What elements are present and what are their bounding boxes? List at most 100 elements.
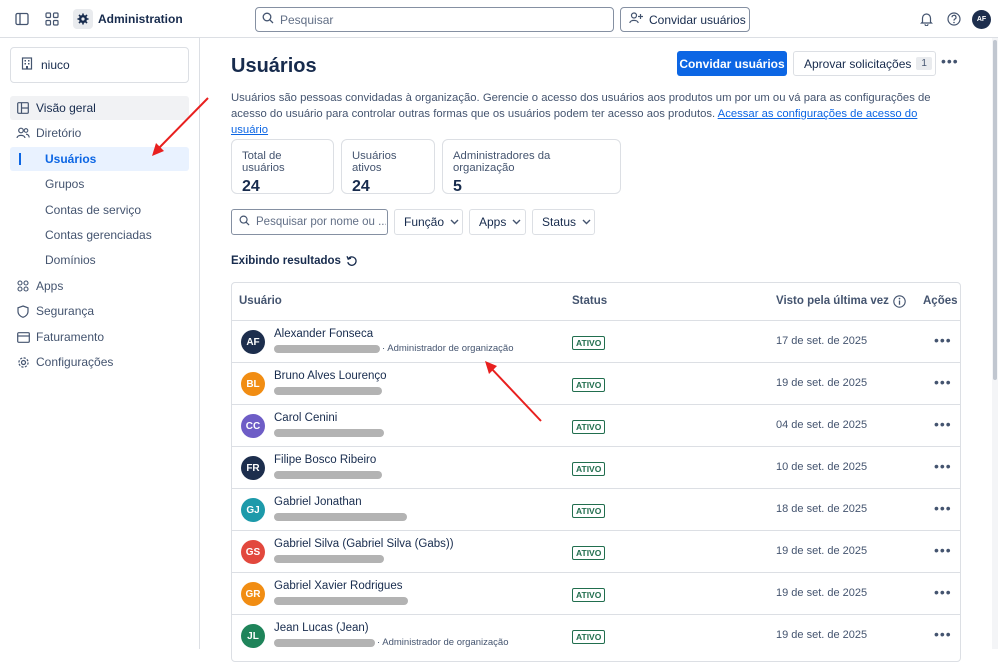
user-name[interactable]: Gabriel Jonathan [274, 496, 362, 508]
invite-users-button[interactable]: Convidar usuários [677, 51, 787, 76]
notifications-bell-icon[interactable] [916, 9, 936, 29]
table-row[interactable]: FR Filipe Bosco Ribeiro ATIVO 10 de set.… [232, 447, 960, 489]
row-actions-icon[interactable]: ••• [934, 500, 952, 516]
redacted-email [274, 513, 407, 521]
table-row[interactable]: GR Gabriel Xavier Rodrigues ATIVO 19 de … [232, 573, 960, 615]
app-switcher-icon[interactable] [42, 9, 62, 29]
user-search-input[interactable] [256, 216, 386, 228]
add-user-icon [629, 12, 643, 27]
search-input[interactable] [280, 12, 580, 27]
search-icon [239, 215, 250, 229]
row-actions-icon[interactable]: ••• [934, 626, 952, 642]
sidebar-item-service-accounts[interactable]: Contas de serviço [10, 198, 189, 222]
user-name[interactable]: Alexander Fonseca [274, 328, 373, 340]
stat-total-users: Total de usuários 24 [231, 139, 334, 195]
table-row[interactable]: CC Carol Cenini ATIVO 04 de set. de 2025… [232, 405, 960, 447]
sidebar-toggle-icon[interactable] [12, 9, 32, 29]
user-name[interactable]: Filipe Bosco Ribeiro [274, 454, 376, 466]
sidebar-item-settings[interactable]: Configurações [10, 350, 189, 374]
row-actions-icon[interactable]: ••• [934, 416, 952, 432]
people-icon [16, 126, 30, 140]
role-filter-dropdown[interactable]: Função [394, 209, 463, 235]
status-badge: ATIVO [572, 420, 606, 434]
sidebar-item-label: Faturamento [36, 330, 105, 344]
avatar: BL [241, 372, 265, 396]
table-row[interactable]: AF Alexander Fonseca · Administrador de … [232, 321, 960, 363]
avatar: GR [241, 582, 265, 606]
page-scrollbar[interactable] [992, 38, 998, 649]
row-actions-icon[interactable]: ••• [934, 458, 952, 474]
stat-org-admins: Administradores da organização 5 [442, 139, 621, 195]
row-actions-icon[interactable]: ••• [934, 584, 952, 600]
sidebar-item-billing[interactable]: Faturamento [10, 325, 189, 349]
scrollbar-thumb[interactable] [993, 40, 997, 380]
sidebar-item-label: Domínios [45, 253, 96, 267]
column-header-status[interactable]: Status [572, 283, 607, 320]
user-name[interactable]: Gabriel Xavier Rodrigues [274, 580, 402, 592]
user-name[interactable]: Jean Lucas (Jean) [274, 622, 369, 634]
user-name[interactable]: Bruno Alves Lourenço [274, 370, 387, 382]
status-badge: ATIVO [572, 378, 606, 392]
sidebar-item-label: Grupos [45, 177, 85, 191]
approve-requests-button[interactable]: Aprovar solicitações 1 [793, 51, 936, 76]
sidebar-item-users[interactable]: Usuários [10, 147, 189, 171]
admin-logo-icon[interactable] [73, 9, 93, 29]
status-filter-dropdown[interactable]: Status [532, 209, 595, 235]
invite-users-top-button[interactable]: Convidar usuários [620, 7, 750, 32]
help-icon[interactable] [944, 9, 964, 29]
row-actions-icon[interactable]: ••• [934, 374, 952, 390]
last-seen-value: 19 de set. de 2025 [776, 629, 868, 641]
last-seen-value: 10 de set. de 2025 [776, 461, 868, 473]
top-bar: Administration Convidar usuários AF [0, 0, 998, 38]
column-header-last-seen[interactable]: Visto pela última vez [776, 283, 906, 320]
sidebar-item-apps[interactable]: Apps [10, 274, 189, 298]
last-seen-value: 17 de set. de 2025 [776, 335, 868, 347]
stat-active-users: Usuários ativos 24 [341, 139, 435, 195]
sidebar-item-security[interactable]: Segurança [10, 299, 189, 323]
table-row[interactable]: GS Gabriel Silva (Gabriel Silva (Gabs)) … [232, 531, 960, 573]
avatar: GJ [241, 498, 265, 522]
table-row[interactable]: BL Bruno Alves Lourenço ATIVO 19 de set.… [232, 363, 960, 405]
role-label: · Administrador de organização [382, 343, 514, 354]
sidebar-item-domains[interactable]: Domínios [10, 248, 189, 272]
app-title[interactable]: Administration [98, 12, 183, 26]
redacted-email [274, 555, 384, 563]
apps-filter-dropdown[interactable]: Apps [469, 209, 526, 235]
more-actions-icon[interactable]: ••• [941, 53, 959, 69]
last-seen-value: 19 de set. de 2025 [776, 545, 868, 557]
user-name[interactable]: Carol Cenini [274, 412, 337, 424]
stat-value: 24 [242, 178, 260, 195]
active-indicator [19, 153, 21, 165]
info-icon[interactable] [893, 295, 906, 308]
stat-label: Administradores da organização [453, 150, 551, 174]
requests-count-badge: 1 [916, 57, 932, 70]
user-filter-search[interactable] [231, 209, 388, 235]
redacted-email [274, 429, 384, 437]
approve-requests-label: Aprovar solicitações [804, 56, 912, 71]
redacted-email [274, 387, 382, 395]
sidebar-item-directory[interactable]: Diretório [10, 121, 189, 145]
global-search[interactable] [255, 7, 614, 32]
refresh-icon[interactable] [346, 255, 358, 267]
stat-value: 5 [453, 178, 462, 195]
layout-icon [16, 101, 30, 115]
building-icon [21, 57, 33, 73]
row-actions-icon[interactable]: ••• [934, 542, 952, 558]
results-heading: Exibindo resultados [231, 255, 358, 267]
sidebar-item-overview[interactable]: Visão geral [10, 96, 189, 120]
sidebar-item-groups[interactable]: Grupos [10, 172, 189, 196]
dropdown-label: Função [404, 215, 445, 229]
chevron-down-icon [512, 219, 521, 225]
last-seen-value: 18 de set. de 2025 [776, 503, 868, 515]
column-header-user[interactable]: Usuário [239, 283, 282, 320]
sidebar-item-managed-accounts[interactable]: Contas gerenciadas [10, 223, 189, 247]
user-avatar[interactable]: AF [972, 10, 991, 29]
org-switcher[interactable]: niuco [10, 47, 189, 83]
dropdown-label: Status [542, 215, 577, 229]
last-seen-value: 19 de set. de 2025 [776, 377, 868, 389]
redacted-email [274, 471, 382, 479]
row-actions-icon[interactable]: ••• [934, 332, 952, 348]
table-row[interactable]: GJ Gabriel Jonathan ATIVO 18 de set. de … [232, 489, 960, 531]
table-row[interactable]: JL Jean Lucas (Jean) · Administrador de … [232, 615, 960, 657]
user-name[interactable]: Gabriel Silva (Gabriel Silva (Gabs)) [274, 538, 454, 550]
